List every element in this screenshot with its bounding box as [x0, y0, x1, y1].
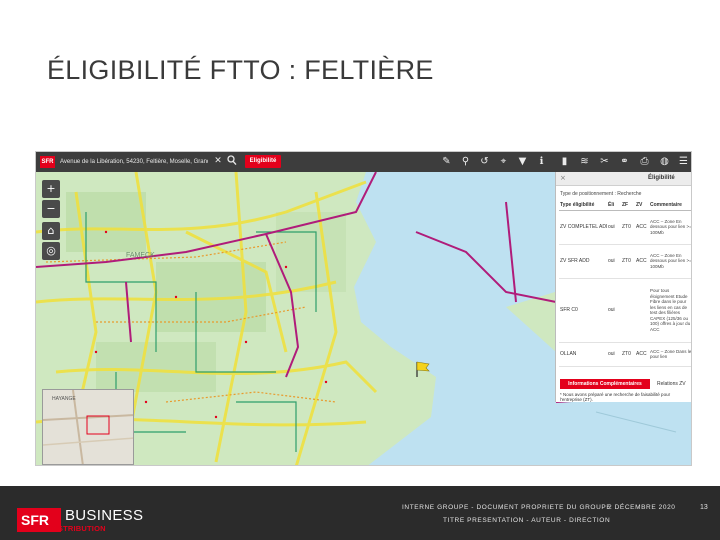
panel-header: × Éligibilité [556, 172, 691, 186]
page-number: 13 [700, 504, 708, 511]
app-logo: SFR [40, 156, 55, 168]
filter-icon[interactable]: ▼ [516, 155, 529, 169]
footer-date: 2 DÉCEMBRE 2020 [608, 504, 676, 511]
eligibility-button[interactable]: Eligibilité [245, 155, 281, 168]
cell-eli: oui [607, 244, 621, 279]
zoom-out-button[interactable]: − [42, 200, 60, 218]
cell-comment: ACC – Zone En dessous pour lien >= 100Mb [649, 244, 691, 279]
pin-icon[interactable]: ⌖ [497, 155, 510, 169]
app-screenshot: SFR Avenue de la Libération, 54230, Felt… [35, 151, 692, 466]
table-row[interactable]: OLLAN oui ZT0 ACC ACC – Zone Dans le pou… [559, 342, 691, 367]
info-icon[interactable]: ℹ [535, 155, 548, 169]
header-comment: Commentaire [649, 201, 691, 211]
link-icon[interactable]: ⚭ [618, 155, 631, 169]
panel-title: Éligibilité [648, 175, 675, 181]
cell-comment: Pour tous éloignement Etude Fibre dans l… [649, 278, 691, 343]
sfr-logo-text: SFR [21, 512, 49, 528]
cell-type: OLLAN [559, 342, 607, 367]
eligibility-panel: × Éligibilité Type de positionnement : R… [555, 172, 691, 402]
header-zf: ZF [621, 201, 635, 211]
cell-zf [621, 278, 635, 343]
table-row[interactable]: SFR C0 oui Pour tous éloignement Etude F… [559, 278, 691, 343]
layers-icon[interactable]: ≋ [578, 155, 591, 169]
header-zv: ZV [635, 201, 649, 211]
cell-eli: oui [607, 278, 621, 343]
cell-eli: oui [607, 342, 621, 367]
cell-zv: ACC [635, 342, 649, 367]
menu-icon[interactable]: ☰ [677, 155, 690, 169]
cell-zf: ZT0 [621, 210, 635, 245]
pencil-icon[interactable]: ✎ [440, 155, 453, 169]
header-type: Type éligibilité [559, 201, 607, 211]
footer-document-line: INTERNE GROUPE - DOCUMENT PROPRIETE DU G… [402, 504, 612, 511]
close-icon[interactable]: ✕ [212, 155, 224, 168]
cell-zv [635, 278, 649, 343]
cell-comment: ACC – Zone En dessous pour lien >= 100Mb [649, 210, 691, 245]
table-header-row: Type éligibilité Éli ZF ZV Commentaire [559, 201, 691, 211]
table-row[interactable]: ZV COMPLETEL ADD oui ZT0 ACC ACC – Zone … [559, 210, 691, 245]
cell-type: SFR C0 [559, 278, 607, 343]
cell-zv: ACC [635, 210, 649, 245]
cell-zv: ACC [635, 244, 649, 279]
cell-eli: oui [607, 210, 621, 245]
tools-icon[interactable]: ✂ [598, 155, 611, 169]
panel-note: * Nous avons préparé une recherche de fa… [560, 392, 671, 402]
slide-footer: SFR BUSINESS DISTRIBUTION INTERNE GROUPE… [0, 486, 720, 540]
brand-business: BUSINESS [65, 507, 144, 524]
positioning-type: Type de positionnement : Recherche [560, 191, 642, 197]
additional-info-button[interactable]: Informations Complémentaires [560, 379, 650, 389]
cell-type: ZV SFR ADD [559, 244, 607, 279]
brand-distribution: DISTRIBUTION [50, 524, 106, 533]
overview-map[interactable]: HAYANGE [42, 389, 134, 465]
flag-icon[interactable] [414, 360, 432, 378]
footer-subtitle-line: TITRE PRESENTATION - AUTEUR - DIRECTION [443, 517, 611, 524]
slide: ÉLIGIBILITÉ FTTO : FELTIÈRE SFR Avenue d… [0, 0, 720, 540]
header-eli: Éli [607, 201, 621, 211]
globe-icon[interactable]: ◍ [658, 155, 671, 169]
overview-label: HAYANGE [52, 396, 76, 402]
zoom-in-button[interactable]: + [42, 180, 60, 198]
cell-zf: ZT0 [621, 342, 635, 367]
cell-comment: ACC – Zone Dans le pour lien [649, 342, 691, 367]
table-row[interactable]: ZV SFR ADD oui ZT0 ACC ACC – Zone En des… [559, 244, 691, 279]
eligibility-table: Type éligibilité Éli ZF ZV Commentaire Z… [559, 201, 691, 367]
cell-zf: ZT0 [621, 244, 635, 279]
bookmark-icon[interactable]: ▮ [558, 155, 571, 169]
slide-title: ÉLIGIBILITÉ FTTO : FELTIÈRE [47, 55, 434, 85]
target-icon[interactable]: ◎ [42, 242, 60, 260]
search-icon[interactable] [226, 155, 238, 168]
zv-relations-link[interactable]: Relations ZV [657, 381, 686, 387]
cell-type: ZV COMPLETEL ADD [559, 210, 607, 245]
address-search-input[interactable]: Avenue de la Libération, 54230, Feltière… [60, 157, 208, 168]
panel-close-icon[interactable]: × [560, 174, 566, 182]
print-icon[interactable]: ⎙ [638, 155, 651, 169]
history-icon[interactable]: ↺ [478, 155, 491, 169]
home-icon[interactable]: ⌂ [42, 222, 60, 240]
svg-text:FAMECK: FAMECK [126, 252, 155, 259]
measure-icon[interactable]: ⚲ [459, 155, 472, 169]
app-toolbar: SFR Avenue de la Libération, 54230, Felt… [36, 152, 691, 172]
